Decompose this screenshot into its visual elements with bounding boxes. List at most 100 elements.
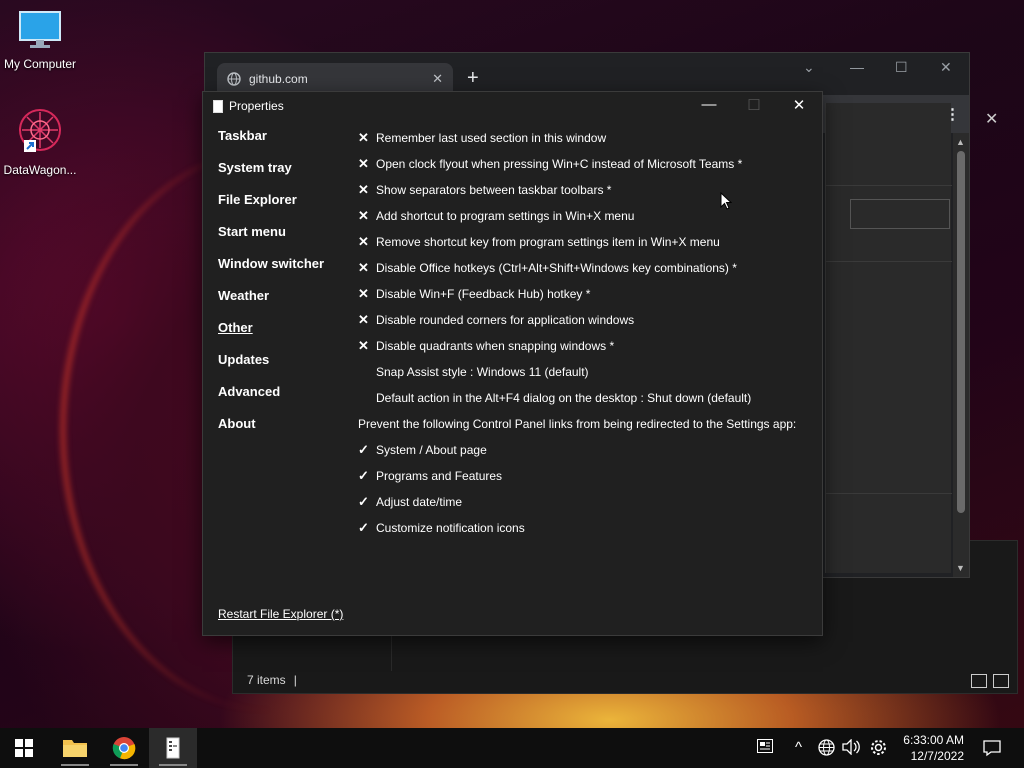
- desktop-icon-label: DataWagon...: [3, 163, 77, 177]
- status-separator: |: [293, 673, 297, 687]
- option-row[interactable]: ✕ Open clock flyout when pressing Win+C i…: [358, 151, 818, 177]
- news-widget-icon[interactable]: [757, 739, 773, 756]
- option-row[interactable]: Snap Assist style : Windows 11 (default): [358, 359, 818, 385]
- page-scrollbar[interactable]: ▲ ▼: [953, 133, 969, 577]
- option-row[interactable]: ✕ Remember last used section in this wind…: [358, 125, 818, 151]
- option-label: Disable Win+F (Feedback Hub) hotkey *: [376, 287, 591, 301]
- option-row[interactable]: ✓ System / About page: [358, 437, 818, 463]
- chevron-up-icon[interactable]: ^: [795, 739, 802, 756]
- network-icon[interactable]: [818, 739, 835, 759]
- unchecked-x-icon: ✕: [358, 260, 369, 275]
- nav-item-system-tray[interactable]: System tray: [218, 160, 324, 192]
- globe-icon: [227, 72, 241, 86]
- unchecked-x-icon: ✕: [358, 286, 369, 301]
- new-tab-button[interactable]: +: [467, 67, 479, 90]
- minimize-icon[interactable]: —: [699, 96, 719, 113]
- clock-date: 12/7/2022: [910, 749, 964, 763]
- unchecked-x-icon: ✕: [358, 312, 369, 327]
- scroll-up-icon[interactable]: ▲: [956, 137, 965, 147]
- option-row[interactable]: Default action in the Alt+F4 dialog on t…: [358, 385, 818, 411]
- nav-item-updates[interactable]: Updates: [218, 352, 324, 384]
- large-icons-view-icon[interactable]: [993, 674, 1009, 688]
- dialog-titlebar[interactable]: Properties — ☐ ✕: [203, 92, 822, 120]
- option-row[interactable]: ✓ Customize notification icons: [358, 515, 818, 541]
- minimize-icon[interactable]: —: [850, 59, 864, 75]
- checkmark-icon: ✓: [358, 468, 369, 483]
- option-row[interactable]: ✕ Disable Win+F (Feedback Hub) hotkey *: [358, 281, 818, 307]
- section-heading-text: Prevent the following Control Panel link…: [358, 417, 797, 431]
- tab-search-icon[interactable]: ⌄: [803, 59, 815, 76]
- unchecked-x-icon: ✕: [358, 338, 369, 353]
- view-switcher: [971, 674, 1009, 688]
- windows-logo-icon: [15, 739, 33, 757]
- option-row[interactable]: ✕ Disable rounded corners for application…: [358, 307, 818, 333]
- option-row[interactable]: ✓ Programs and Features: [358, 463, 818, 489]
- nav-item-other[interactable]: Other: [218, 320, 324, 352]
- nav-item-advanced[interactable]: Advanced: [218, 384, 324, 416]
- tab-close-icon[interactable]: ✕: [432, 71, 443, 87]
- unchecked-x-icon: ✕: [358, 130, 369, 145]
- panel-close-icon[interactable]: ✕: [985, 109, 998, 129]
- gear-icon[interactable]: [870, 739, 887, 759]
- section-heading: Prevent the following Control Panel link…: [358, 411, 818, 437]
- running-indicator: [159, 764, 187, 766]
- scroll-down-icon[interactable]: ▼: [956, 563, 965, 573]
- divider: [826, 185, 952, 186]
- nav-item-file-explorer[interactable]: File Explorer: [218, 192, 324, 224]
- monitor-icon: [19, 11, 61, 48]
- desktop-icon-datawagon[interactable]: DataWagon...: [0, 108, 80, 177]
- option-label: Adjust date/time: [376, 495, 463, 509]
- running-indicator: [61, 764, 89, 766]
- scrollbar-thumb[interactable]: [957, 151, 965, 513]
- properties-app-icon: [213, 99, 223, 113]
- nav-item-about[interactable]: About: [218, 416, 324, 448]
- maximize-icon: ☐: [747, 97, 761, 114]
- page-side-panel: [825, 103, 952, 573]
- taskbar-chrome[interactable]: [100, 728, 148, 768]
- page-input-box[interactable]: [850, 199, 950, 229]
- option-label: Programs and Features: [376, 469, 503, 483]
- close-icon[interactable]: ✕: [789, 96, 809, 114]
- taskbar-properties[interactable]: [149, 728, 197, 768]
- desktop-icon-my-computer[interactable]: My Computer: [0, 10, 80, 71]
- nav-item-weather[interactable]: Weather: [218, 288, 324, 320]
- properties-dialog[interactable]: Properties — ☐ ✕ Taskbar System tray Fil…: [202, 91, 823, 636]
- chrome-icon: [112, 737, 136, 760]
- settings-content: ✕ Remember last used section in this wind…: [358, 125, 818, 541]
- divider: [826, 261, 952, 262]
- maximize-icon[interactable]: ☐: [895, 59, 908, 76]
- option-row[interactable]: ✕ Remove shortcut key from program settin…: [358, 229, 818, 255]
- unchecked-x-icon: ✕: [358, 156, 369, 171]
- explorer-status-bar: 7 items |: [247, 673, 297, 687]
- option-row[interactable]: ✕ Show separators between taskbar toolbar…: [358, 177, 818, 203]
- option-label: Disable quadrants when snapping windows …: [376, 339, 615, 353]
- nav-item-start-menu[interactable]: Start menu: [218, 224, 324, 256]
- running-indicator: [110, 764, 138, 766]
- nav-item-taskbar[interactable]: Taskbar: [218, 128, 324, 160]
- system-clock[interactable]: 6:33:00 AM 12/7/2022: [903, 732, 964, 764]
- unchecked-x-icon: ✕: [358, 208, 369, 223]
- option-row[interactable]: ✕ Add shortcut to program settings in Win…: [358, 203, 818, 229]
- folder-icon: [63, 740, 87, 757]
- dialog-title: Properties: [229, 99, 284, 113]
- option-label: Disable Office hotkeys (Ctrl+Alt+Shift+W…: [376, 261, 737, 275]
- taskbar-file-explorer[interactable]: [51, 728, 99, 768]
- option-row[interactable]: ✕ Disable quadrants when snapping windows…: [358, 333, 818, 359]
- option-row[interactable]: ✓ Adjust date/time: [358, 489, 818, 515]
- option-label: Open clock flyout when pressing Win+C in…: [376, 157, 743, 171]
- tab-title: github.com: [249, 72, 308, 86]
- option-label: Remember last used section in this windo…: [376, 131, 607, 145]
- nav-item-window-switcher[interactable]: Window switcher: [218, 256, 324, 288]
- restart-explorer-link[interactable]: Restart File Explorer (*): [218, 607, 343, 621]
- desktop-icon-label: My Computer: [3, 57, 77, 71]
- option-label: Customize notification icons: [376, 521, 525, 535]
- notification-center-icon[interactable]: [983, 739, 1001, 760]
- option-row[interactable]: ✕ Disable Office hotkeys (Ctrl+Alt+Shift+…: [358, 255, 818, 281]
- start-button[interactable]: [0, 728, 48, 768]
- unchecked-x-icon: ✕: [358, 182, 369, 197]
- option-label: Show separators between taskbar toolbars…: [376, 183, 612, 197]
- close-icon[interactable]: ✕: [940, 59, 952, 76]
- checkmark-icon: ✓: [358, 442, 369, 457]
- details-view-icon[interactable]: [971, 674, 987, 688]
- volume-icon[interactable]: [842, 738, 860, 758]
